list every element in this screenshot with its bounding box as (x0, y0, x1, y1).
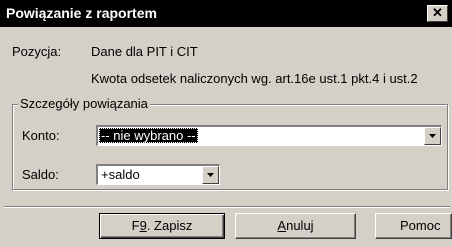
konto-select[interactable]: -- nie wybrano -- (96, 125, 442, 146)
help-label: Pomoc (400, 218, 441, 233)
position-line-2: Kwota odsetek naliczonych wg. art.16e us… (91, 71, 418, 86)
save-label: F9. Zapisz (131, 218, 193, 233)
title-bar: Powiązanie z raportem ✕ (0, 0, 452, 27)
saldo-dropdown-button[interactable] (202, 166, 219, 184)
konto-dropdown-button[interactable] (424, 127, 441, 145)
chevron-down-icon (429, 134, 436, 138)
help-button[interactable]: Pomoc (375, 213, 452, 239)
cancel-label: Anuluj (277, 218, 314, 233)
details-groupbox (12, 104, 448, 190)
close-button[interactable]: ✕ (427, 5, 448, 22)
konto-selected-value: -- nie wybrano -- (99, 128, 198, 143)
saldo-label: Saldo: (22, 167, 59, 182)
position-line-1: Dane dla PIT i CIT (91, 44, 198, 59)
saldo-select[interactable]: +saldo (96, 164, 220, 185)
saldo-selected-value: +saldo (101, 167, 140, 182)
chevron-down-icon (207, 173, 214, 177)
cancel-button[interactable]: Anuluj (235, 213, 356, 239)
separator (4, 206, 450, 208)
window-title: Powiązanie z raportem (6, 5, 157, 21)
close-icon: ✕ (432, 5, 443, 20)
save-button[interactable]: F9. Zapisz (99, 213, 225, 239)
konto-label: Konto: (22, 128, 60, 143)
position-label: Pozycja: (12, 44, 62, 59)
details-legend: Szczegóły powiązania (18, 96, 150, 111)
